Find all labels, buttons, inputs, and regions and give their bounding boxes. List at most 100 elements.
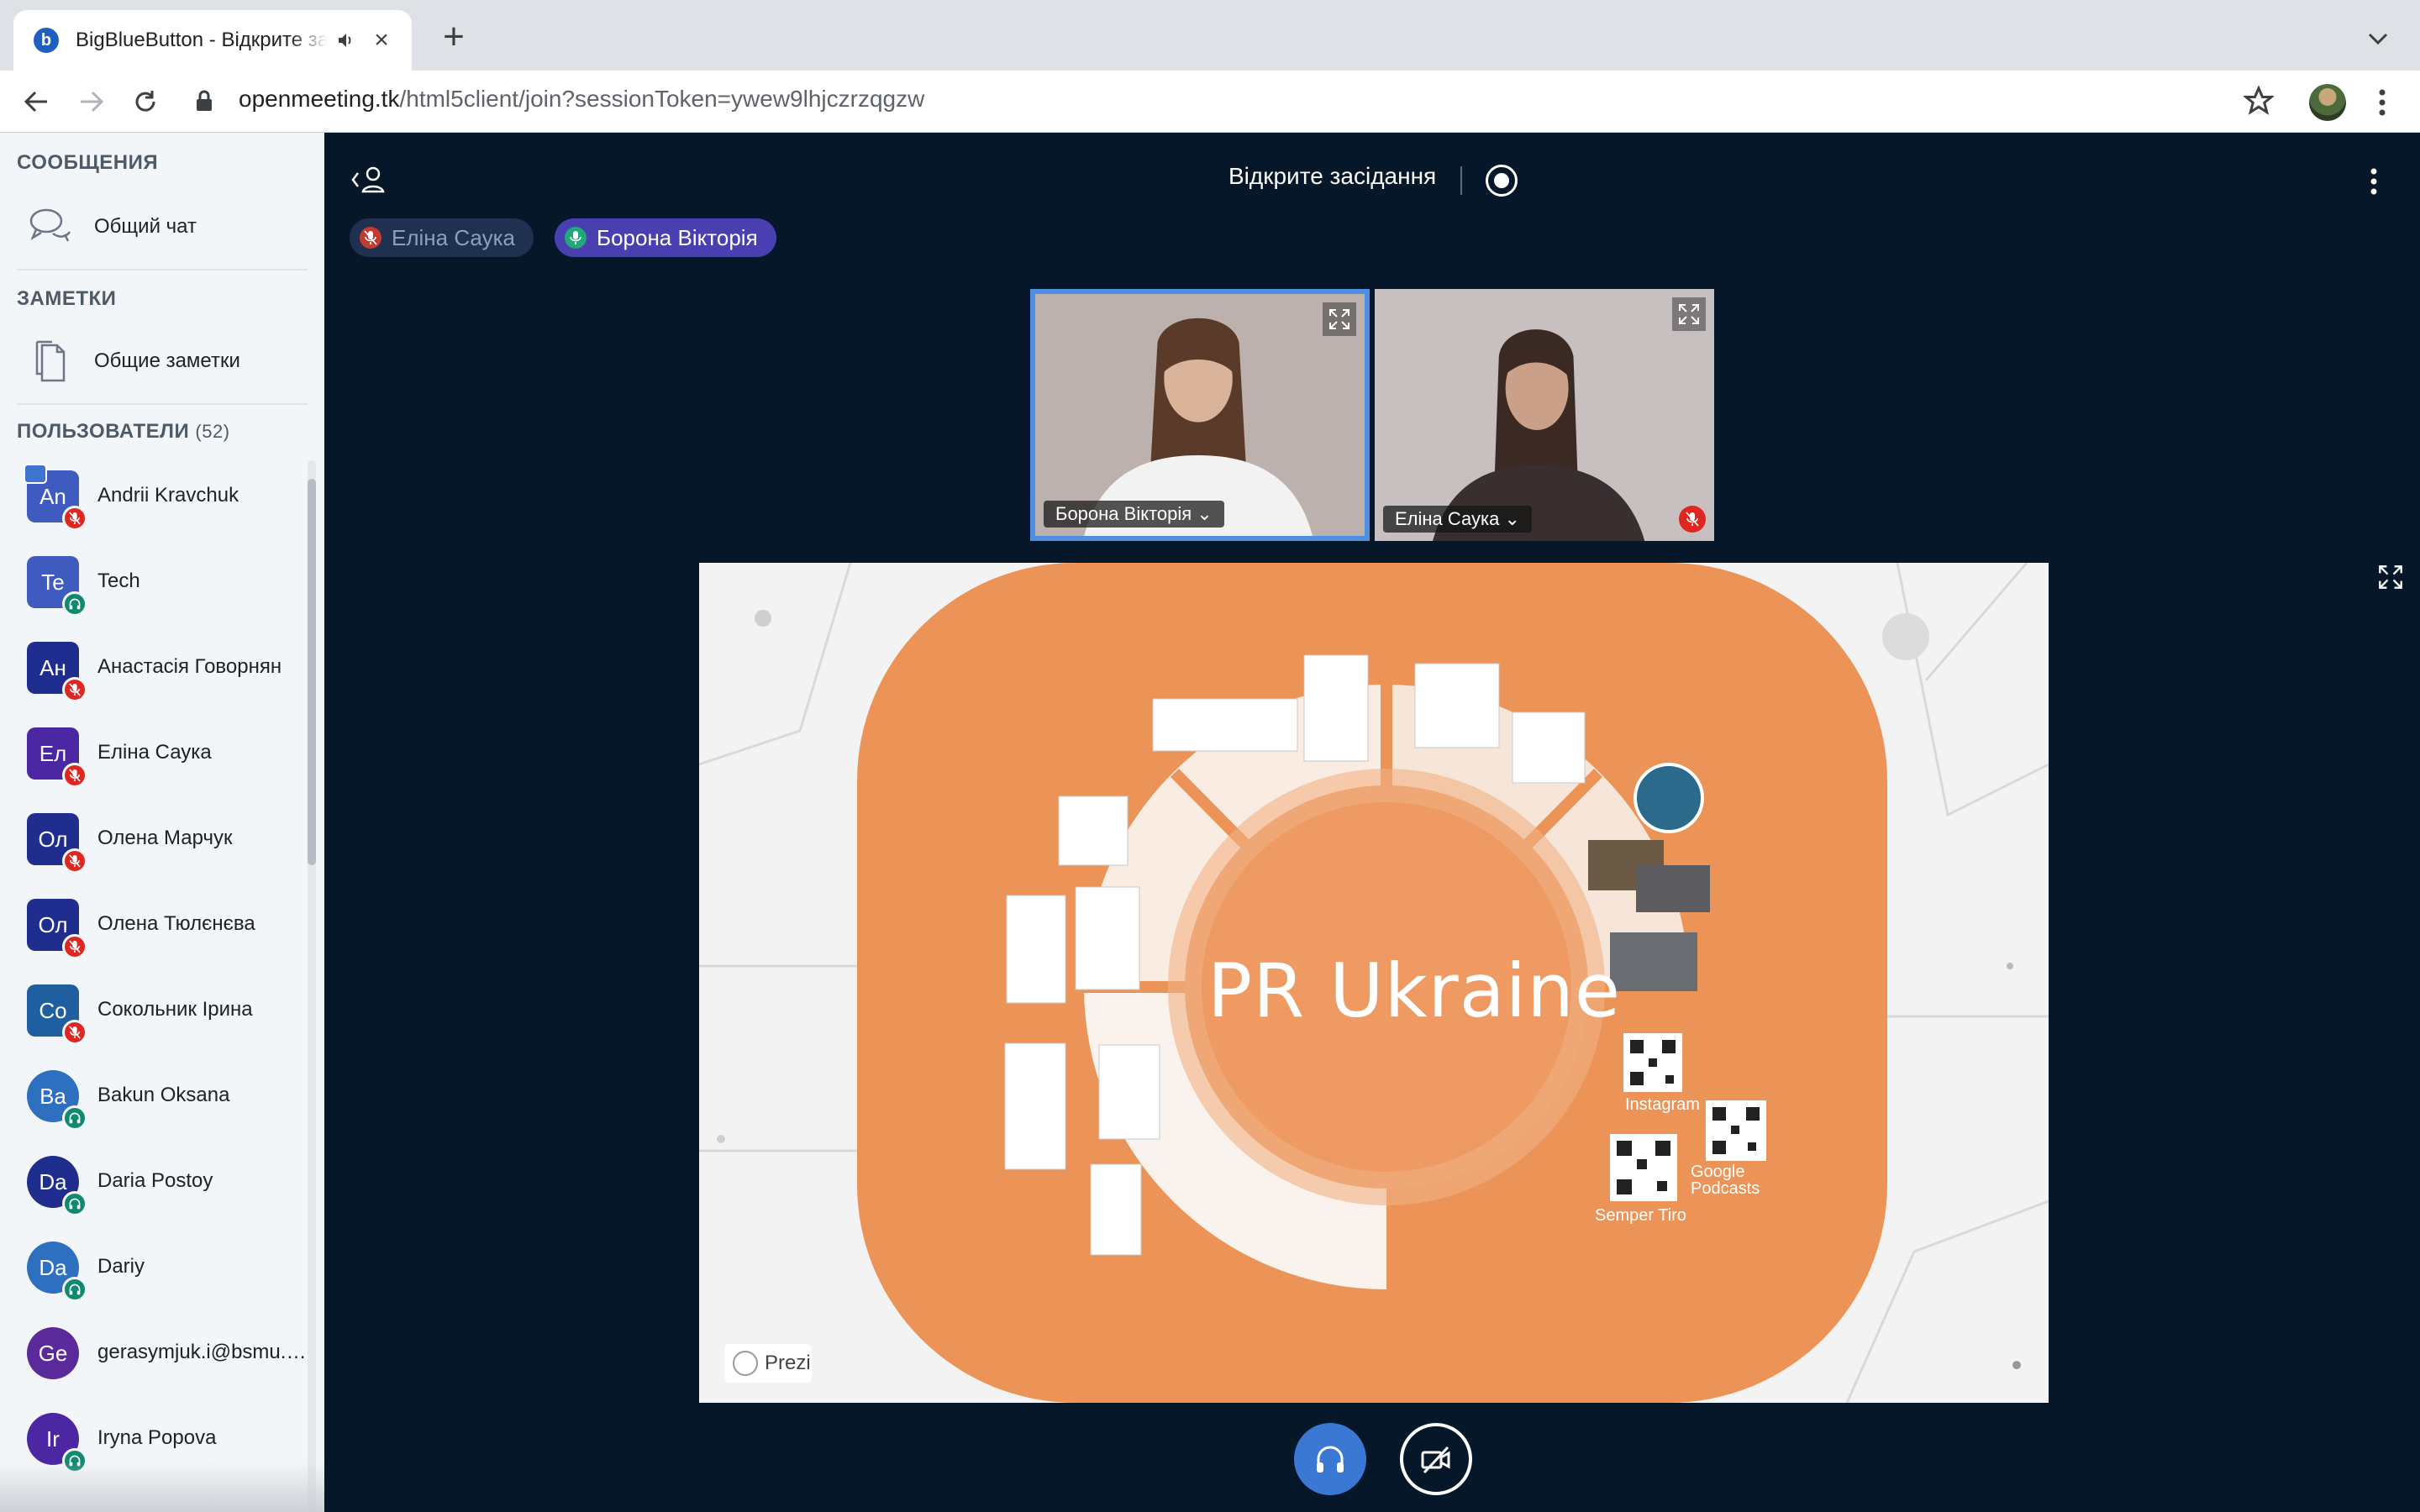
video-user-name[interactable]: Еліна Саука ⌄ xyxy=(1383,506,1532,533)
user-name: Анастасія Говорнян xyxy=(97,655,282,678)
bigbluebutton-favicon-icon: b xyxy=(34,28,59,53)
muted-mic-icon xyxy=(62,763,87,788)
video-tile[interactable]: Борона Вікторія ⌄ xyxy=(1030,289,1370,541)
video-name-label: Еліна Саука xyxy=(1395,508,1500,529)
prezi-badge[interactable]: Prezi xyxy=(724,1344,812,1383)
user-name: Bakun Oksana xyxy=(97,1084,230,1106)
video-tile[interactable]: Еліна Саука ⌄ xyxy=(1375,289,1714,541)
chat-icon xyxy=(25,202,76,252)
user-name: Сокольник Ірина xyxy=(97,998,253,1021)
qr-label-semper-tiro: Semper Tiro xyxy=(1595,1206,1686,1225)
public-chat-label: Общий чат xyxy=(94,215,197,238)
user-name: Daria Postoy xyxy=(97,1169,213,1192)
presenter-icon xyxy=(24,464,47,484)
fullscreen-icon[interactable] xyxy=(1672,297,1706,331)
meeting-title: Відкрите засідання xyxy=(1228,163,1437,189)
user-list-item[interactable]: Со Сокольник Ірина xyxy=(0,976,311,1060)
presentation-slide[interactable]: PR Ukraine Instagram Google Podcasts Sem… xyxy=(699,563,2049,1403)
presentation-fullscreen-icon[interactable] xyxy=(2378,564,2408,595)
url-host: openmeeting.tk xyxy=(239,86,400,112)
camera-button[interactable] xyxy=(1400,1423,1472,1495)
options-menu-icon[interactable] xyxy=(2361,163,2386,200)
record-button[interactable] xyxy=(1486,165,1518,197)
muted-mic-icon xyxy=(62,677,87,702)
user-list-item[interactable]: Ол Олена Марчук xyxy=(0,805,311,889)
fullscreen-icon[interactable] xyxy=(1323,302,1356,336)
headphones-icon xyxy=(1317,1446,1344,1473)
muted-mic-icon xyxy=(62,934,87,959)
user-name: Олена Марчук xyxy=(97,827,233,849)
shared-notes-label: Общие заметки xyxy=(94,349,240,372)
prezi-logo-icon xyxy=(733,1351,758,1376)
user-list-item[interactable]: An Andrii Kravchuk xyxy=(0,462,311,546)
new-tab-icon[interactable]: + xyxy=(437,18,471,55)
reload-icon[interactable] xyxy=(126,82,165,121)
lock-icon[interactable] xyxy=(195,89,220,114)
user-list-item[interactable]: Da Daria Postoy xyxy=(0,1147,311,1231)
speaker-icon[interactable] xyxy=(334,29,358,52)
address-bar[interactable]: openmeeting.tk/html5client/join?sessionT… xyxy=(239,86,924,113)
user-list-scroll-thumb[interactable] xyxy=(308,479,316,865)
record-icon xyxy=(1494,173,1509,188)
bookmark-star-icon[interactable] xyxy=(2242,85,2277,119)
profile-avatar[interactable] xyxy=(2309,84,2346,121)
browser-toolbar: openmeeting.tk/html5client/join?sessionT… xyxy=(0,71,2420,133)
user-name: Tech xyxy=(97,570,140,592)
main-area: Відкрите засідання Еліна Саука Борона Ві… xyxy=(324,133,2420,1512)
talker-name: Борона Вікторія xyxy=(597,224,758,250)
talking-indicator[interactable]: Еліна Саука xyxy=(350,218,534,257)
webcam-feed xyxy=(1035,294,1365,536)
headphones-icon xyxy=(62,1105,87,1131)
forward-arrow-icon[interactable] xyxy=(72,82,111,121)
user-list-item[interactable]: Ан Анастасія Говорнян xyxy=(0,633,311,717)
user-name: Олена Тюлєнєва xyxy=(97,912,255,935)
user-list-item[interactable]: Da Dariy xyxy=(0,1233,311,1317)
users-section-title: ПОЛЬЗОВАТЕЛИ (52) xyxy=(17,420,230,444)
user-name: Еліна Саука xyxy=(97,741,212,764)
back-arrow-icon[interactable] xyxy=(17,82,55,121)
qr-label-instagram: Instagram xyxy=(1625,1095,1700,1114)
notes-section-title: ЗАМЕТКИ xyxy=(17,287,117,310)
shared-notes-item[interactable]: Общие заметки xyxy=(0,328,324,395)
divider xyxy=(1460,166,1462,195)
headphones-icon xyxy=(62,1191,87,1216)
url-path: /html5client/join?sessionToken=ywew9lhjc… xyxy=(399,86,925,112)
browser-tab-bar: b BigBlueButton - Відкрите засідання × + xyxy=(0,0,2420,71)
video-name-label: Борона Вікторія xyxy=(1055,503,1192,524)
close-tab-icon[interactable]: × xyxy=(370,26,393,54)
talking-indicator[interactable]: Борона Вікторія xyxy=(555,218,776,257)
users-title-label: ПОЛЬЗОВАТЕЛИ xyxy=(17,420,190,443)
tab-title: BigBlueButton - Відкрите засідання xyxy=(76,29,328,51)
user-list: An Andrii Kravchuk Te Tech Ан Анастасія Говор… xyxy=(0,462,324,1512)
user-list-item[interactable]: Ел Еліна Саука xyxy=(0,719,311,803)
user-list-item[interactable]: Te Tech xyxy=(0,548,311,632)
slide-title: PR Ukraine xyxy=(1207,948,1622,1034)
muted-mic-icon xyxy=(360,227,381,249)
talker-name: Еліна Саука xyxy=(392,224,515,250)
camera-off-icon xyxy=(1421,1446,1450,1474)
user-list-item[interactable]: Ол Олена Тюлєнєва xyxy=(0,890,311,974)
notes-icon xyxy=(25,336,76,386)
qr-label-podcasts: Podcasts xyxy=(1691,1179,1760,1198)
messages-section-title: СООБЩЕНИЯ xyxy=(17,151,159,174)
browser-tab[interactable]: b BigBlueButton - Відкрите засідання × xyxy=(13,10,412,71)
divider xyxy=(17,269,308,270)
public-chat-item[interactable]: Общий чат xyxy=(0,193,324,260)
user-name: Dariy xyxy=(97,1255,145,1278)
divider xyxy=(17,403,308,405)
headphones-icon xyxy=(62,591,87,617)
browser-menu-icon[interactable] xyxy=(2370,86,2395,119)
sidebar: СООБЩЕНИЯ Общий чат ЗАМЕТКИ Общие заметк… xyxy=(0,133,324,1512)
toggle-userlist-icon[interactable] xyxy=(350,163,388,197)
mic-icon xyxy=(565,227,587,249)
user-name: Iryna Popova xyxy=(97,1426,217,1449)
muted-mic-icon xyxy=(62,506,87,531)
muted-mic-icon xyxy=(62,848,87,874)
audio-button[interactable] xyxy=(1294,1423,1366,1495)
chevron-down-icon[interactable] xyxy=(2361,22,2395,55)
user-list-item[interactable]: Ge gerasymjuk.i@bsmu.edu.ua xyxy=(0,1319,311,1403)
video-user-name[interactable]: Борона Вікторія ⌄ xyxy=(1044,501,1224,528)
users-count: (52) xyxy=(195,421,230,442)
list-fade xyxy=(0,1462,324,1512)
user-list-item[interactable]: Ba Bakun Oksana xyxy=(0,1062,311,1146)
